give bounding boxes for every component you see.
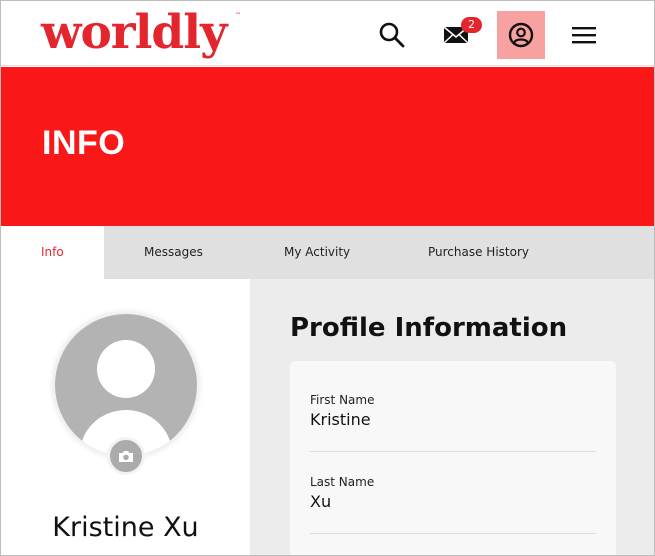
change-photo-button[interactable] [107, 437, 145, 475]
profile-tabs: Info Messages My Activity Purchase Histo… [1, 226, 654, 279]
tab-info[interactable]: Info [1, 226, 104, 279]
search-icon [379, 22, 405, 48]
unread-count-badge: 2 [461, 17, 482, 33]
first-name-label: First Name [310, 393, 375, 407]
field-divider [310, 533, 596, 534]
profile-button[interactable] [497, 11, 545, 59]
default-avatar-icon [55, 314, 197, 456]
page-hero-banner: INFO [1, 67, 654, 226]
camera-icon [119, 450, 133, 462]
tab-messages[interactable]: Messages [144, 226, 203, 279]
main-menu-button[interactable] [560, 11, 608, 59]
user-display-name: Kristine Xu [52, 512, 199, 543]
worldly-logo[interactable]: worldly [41, 5, 227, 61]
last-name-value: Xu [310, 492, 332, 511]
page-frame: worldly ™ 2 INFO Info Messages My Activi… [0, 0, 655, 556]
first-name-value: Kristine [310, 410, 371, 429]
section-title: Profile Information [290, 313, 568, 343]
profile-info-panel: Profile Information First Name Kristine … [250, 279, 654, 555]
tab-my-activity[interactable]: My Activity [284, 226, 350, 279]
last-name-label: Last Name [310, 475, 375, 489]
trademark-mark: ™ [235, 12, 241, 19]
search-button[interactable] [368, 11, 416, 59]
hamburger-menu-icon [572, 27, 596, 44]
user-circle-icon [508, 22, 534, 48]
field-divider [310, 451, 596, 452]
profile-info-card: First Name Kristine Last Name Xu [290, 361, 616, 555]
site-header: worldly ™ 2 [1, 1, 654, 66]
page-title: INFO [42, 124, 126, 162]
profile-sidebar: Kristine Xu [1, 279, 250, 555]
tab-purchase-history[interactable]: Purchase History [428, 226, 529, 279]
